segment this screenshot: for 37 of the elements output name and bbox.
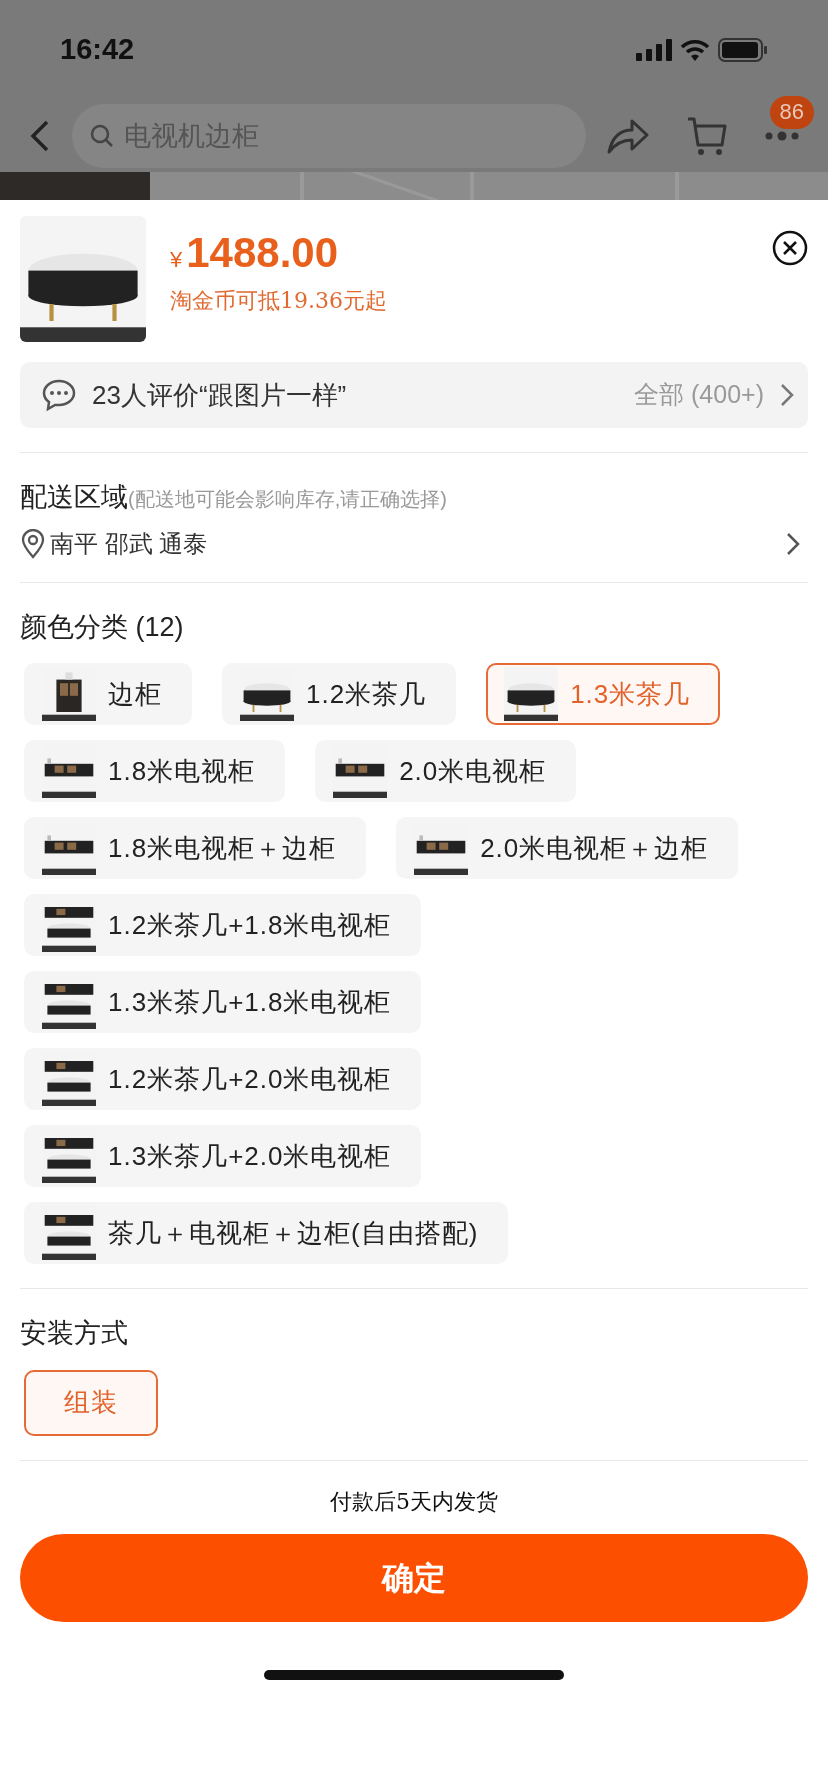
section-title: 安装方式 <box>20 1318 128 1348</box>
option-chip[interactable]: 2.0米电视柜 <box>315 740 577 802</box>
option-chip[interactable]: 茶几＋电视柜＋边柜(自由搭配) <box>24 1202 509 1264</box>
review-summary: 23人评价“跟图片一样” <box>92 378 347 412</box>
more-button[interactable] <box>764 130 800 142</box>
close-button[interactable] <box>772 230 808 266</box>
option-chip[interactable]: 1.2米茶几 <box>222 663 457 725</box>
battery-icon <box>718 38 768 62</box>
signal-icon <box>636 39 672 61</box>
location-pin-icon <box>20 528 46 559</box>
reviews-bar[interactable]: 23人评价“跟图片一样” 全部 (400+) <box>20 362 808 428</box>
currency-symbol: ¥ <box>170 246 183 274</box>
option-chip[interactable]: 1.8米电视柜＋边柜 <box>24 817 367 879</box>
option-chip[interactable]: 1.8米电视柜 <box>24 740 286 802</box>
wifi-icon <box>680 39 710 61</box>
delivery-row[interactable]: 配送区域(配送地可能会影响库存,请正确选择) 南平 邵武 通泰 <box>20 453 808 582</box>
delivery-hint: (配送地可能会影响库存,请正确选择) <box>128 487 447 512</box>
coin-discount-note: 淘金币可抵19.36元起 <box>170 287 387 315</box>
option-chip[interactable]: 1.2米茶几+1.8米电视柜 <box>24 894 422 956</box>
count-badge: 86 <box>769 96 814 129</box>
section-title: 颜色分类 (12) <box>20 611 184 642</box>
option-chip[interactable]: 1.3米茶几+1.8米电视柜 <box>24 971 422 1033</box>
shipping-note: 付款后5天内发货 <box>330 1488 498 1514</box>
delivery-location: 南平 邵武 通泰 <box>50 528 208 559</box>
status-time: 16:42 <box>60 32 135 68</box>
all-reviews-link: 全部 (400+) <box>634 379 764 411</box>
price: 1488.00 <box>186 232 339 274</box>
chevron-right-icon <box>780 383 794 407</box>
option-chip[interactable]: 1.3米茶几+2.0米电视柜 <box>24 1125 422 1187</box>
cart-button[interactable] <box>686 115 728 157</box>
option-chip[interactable]: 2.0米电视柜＋边柜 <box>396 817 739 879</box>
option-chip[interactable]: 边柜 <box>24 663 192 725</box>
search-icon <box>90 124 114 148</box>
chevron-right-icon <box>786 531 800 556</box>
option-chip[interactable]: 1.2米茶几+2.0米电视柜 <box>24 1048 422 1110</box>
chat-icon <box>42 379 76 411</box>
section-title: 配送区域 <box>20 481 128 514</box>
